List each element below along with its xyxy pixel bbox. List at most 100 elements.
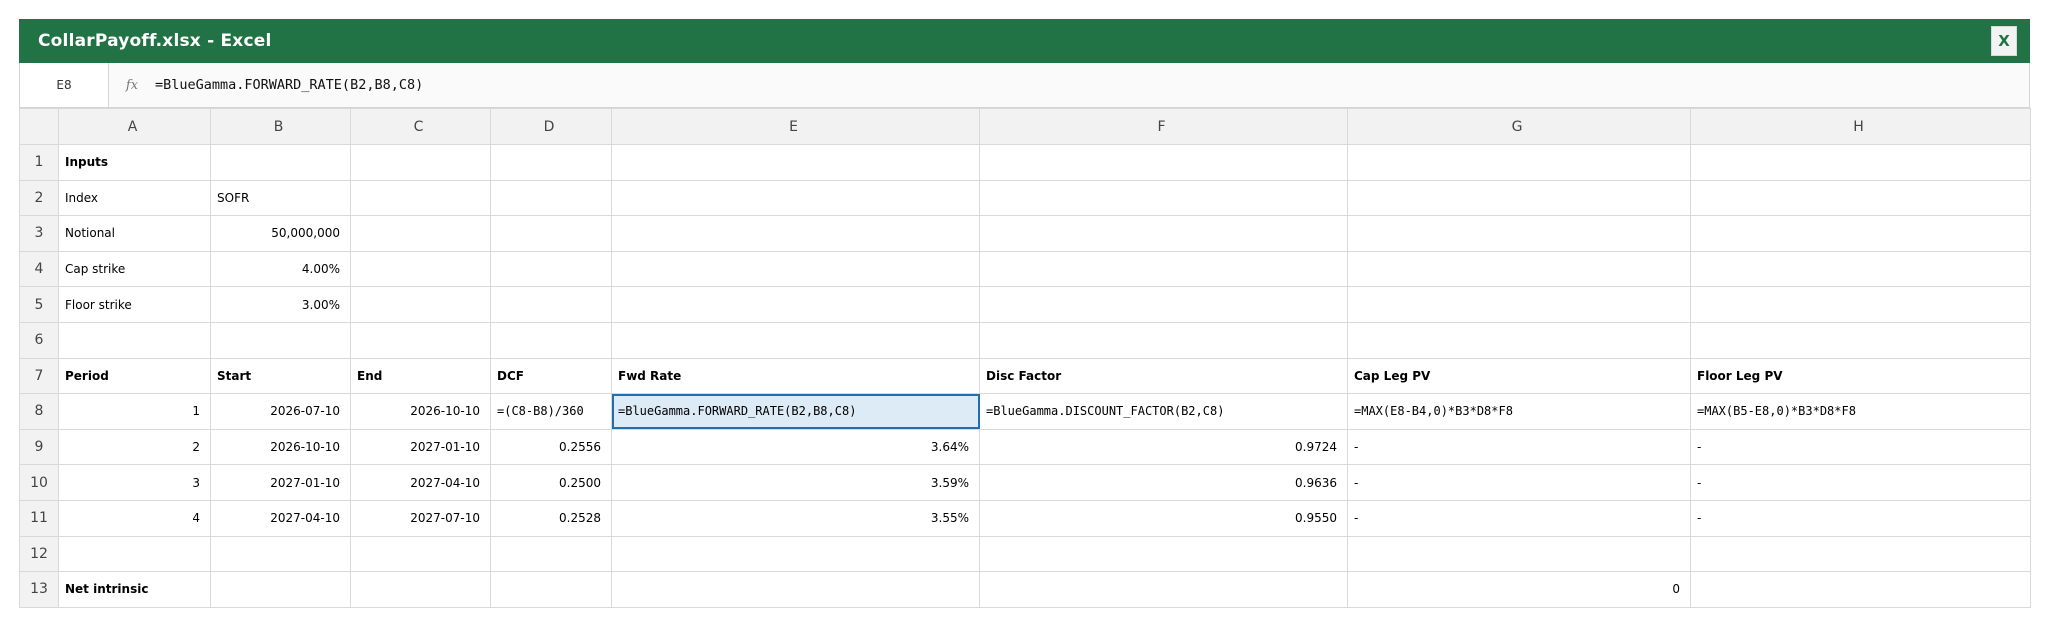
cell-e13[interactable] [611,571,980,608]
cell-e7[interactable]: Fwd Rate [611,357,980,395]
cell-h12[interactable] [1690,535,2031,573]
cell-g12[interactable] [1347,535,1691,573]
cell-a12[interactable] [58,535,211,573]
cell-b3[interactable]: 50,000,000 [210,215,351,252]
cell-h7[interactable]: Floor Leg PV [1690,357,2031,395]
cell-d5[interactable] [490,286,612,323]
cell-g5[interactable] [1347,286,1691,323]
cell-h3[interactable] [1690,215,2031,252]
cell-h4[interactable] [1690,250,2031,288]
cell-d12[interactable] [490,535,612,573]
formula-input[interactable]: =BlueGamma.FORWARD_RATE(B2,B8,C8) [155,77,423,93]
cell-g4[interactable] [1347,250,1691,288]
cell-g9[interactable]: - [1347,428,1691,466]
cell-h13[interactable] [1690,571,2031,608]
cell-b13[interactable] [210,571,351,608]
cell-g2[interactable] [1347,179,1691,217]
cell-h8[interactable]: =MAX(B5-E8,0)*B3*D8*F8 [1690,393,2031,430]
cell-a9[interactable]: 2 [58,428,211,466]
row-header[interactable]: 5 [19,286,59,323]
cell-e9[interactable]: 3.64% [611,428,980,466]
cell-c1[interactable] [350,144,491,181]
row-header[interactable]: 10 [19,464,59,501]
cell-d9[interactable]: 0.2556 [490,428,612,466]
cell-h1[interactable] [1690,144,2031,181]
column-header[interactable]: G [1347,108,1691,145]
cell-f10[interactable]: 0.9636 [979,464,1348,501]
cell-h6[interactable] [1690,321,2031,359]
cell-a7[interactable]: Period [58,357,211,395]
cell-d3[interactable] [490,215,612,252]
cell-f11[interactable]: 0.9550 [979,499,1348,537]
cell-d2[interactable] [490,179,612,217]
cell-b1[interactable] [210,144,351,181]
row-header[interactable]: 13 [19,571,59,608]
cell-e11[interactable]: 3.55% [611,499,980,537]
cell-b2[interactable]: SOFR [210,179,351,217]
cell-e6[interactable] [611,321,980,359]
cell-h2[interactable] [1690,179,2031,217]
cell-b8[interactable]: 2026-07-10 [210,393,351,430]
cell-h11[interactable]: - [1690,499,2031,537]
cell-c3[interactable] [350,215,491,252]
row-header[interactable]: 6 [19,321,59,359]
cell-e3[interactable] [611,215,980,252]
cell-f4[interactable] [979,250,1348,288]
cell-c10[interactable]: 2027-04-10 [350,464,491,501]
cell-d4[interactable] [490,250,612,288]
cell-b6[interactable] [210,321,351,359]
cell-c6[interactable] [350,321,491,359]
cell-h9[interactable]: - [1690,428,2031,466]
row-header[interactable]: 12 [19,535,59,573]
cell-d7[interactable]: DCF [490,357,612,395]
cell-a8[interactable]: 1 [58,393,211,430]
cell-b10[interactable]: 2027-01-10 [210,464,351,501]
cell-c12[interactable] [350,535,491,573]
column-header[interactable]: C [350,108,491,145]
cell-a13[interactable]: Net intrinsic [58,571,211,608]
column-header[interactable]: B [210,108,351,145]
cell-f5[interactable] [979,286,1348,323]
row-header[interactable]: 9 [19,428,59,466]
column-header[interactable]: E [611,108,980,145]
cell-g7[interactable]: Cap Leg PV [1347,357,1691,395]
cell-f3[interactable] [979,215,1348,252]
column-header[interactable]: H [1690,108,2031,145]
cell-f9[interactable]: 0.9724 [979,428,1348,466]
row-header[interactable]: 1 [19,144,59,181]
cell-h10[interactable]: - [1690,464,2031,501]
cell-e5[interactable] [611,286,980,323]
cell-g3[interactable] [1347,215,1691,252]
cell-c2[interactable] [350,179,491,217]
cell-a1[interactable]: Inputs [58,144,211,181]
close-button[interactable]: X [1991,26,2017,56]
name-box[interactable]: E8 [20,63,109,107]
cell-g11[interactable]: - [1347,499,1691,537]
cell-d13[interactable] [490,571,612,608]
row-header[interactable]: 4 [19,250,59,288]
cell-f12[interactable] [979,535,1348,573]
cell-e10[interactable]: 3.59% [611,464,980,501]
column-header[interactable]: F [979,108,1348,145]
cell-a2[interactable]: Index [58,179,211,217]
cell-f2[interactable] [979,179,1348,217]
cell-f1[interactable] [979,144,1348,181]
cell-c4[interactable] [350,250,491,288]
column-header[interactable]: A [58,108,211,145]
cell-h5[interactable] [1690,286,2031,323]
row-header[interactable]: 3 [19,215,59,252]
row-header[interactable]: 7 [19,357,59,395]
cell-b4[interactable]: 4.00% [210,250,351,288]
cell-c7[interactable]: End [350,357,491,395]
cell-g6[interactable] [1347,321,1691,359]
cell-g8[interactable]: =MAX(E8-B4,0)*B3*D8*F8 [1347,393,1691,430]
cell-d11[interactable]: 0.2528 [490,499,612,537]
cell-g1[interactable] [1347,144,1691,181]
cell-a5[interactable]: Floor strike [58,286,211,323]
cell-c9[interactable]: 2027-01-10 [350,428,491,466]
cell-d1[interactable] [490,144,612,181]
cell-e2[interactable] [611,179,980,217]
cell-g13[interactable]: 0 [1347,571,1691,608]
cell-g10[interactable]: - [1347,464,1691,501]
cell-a4[interactable]: Cap strike [58,250,211,288]
